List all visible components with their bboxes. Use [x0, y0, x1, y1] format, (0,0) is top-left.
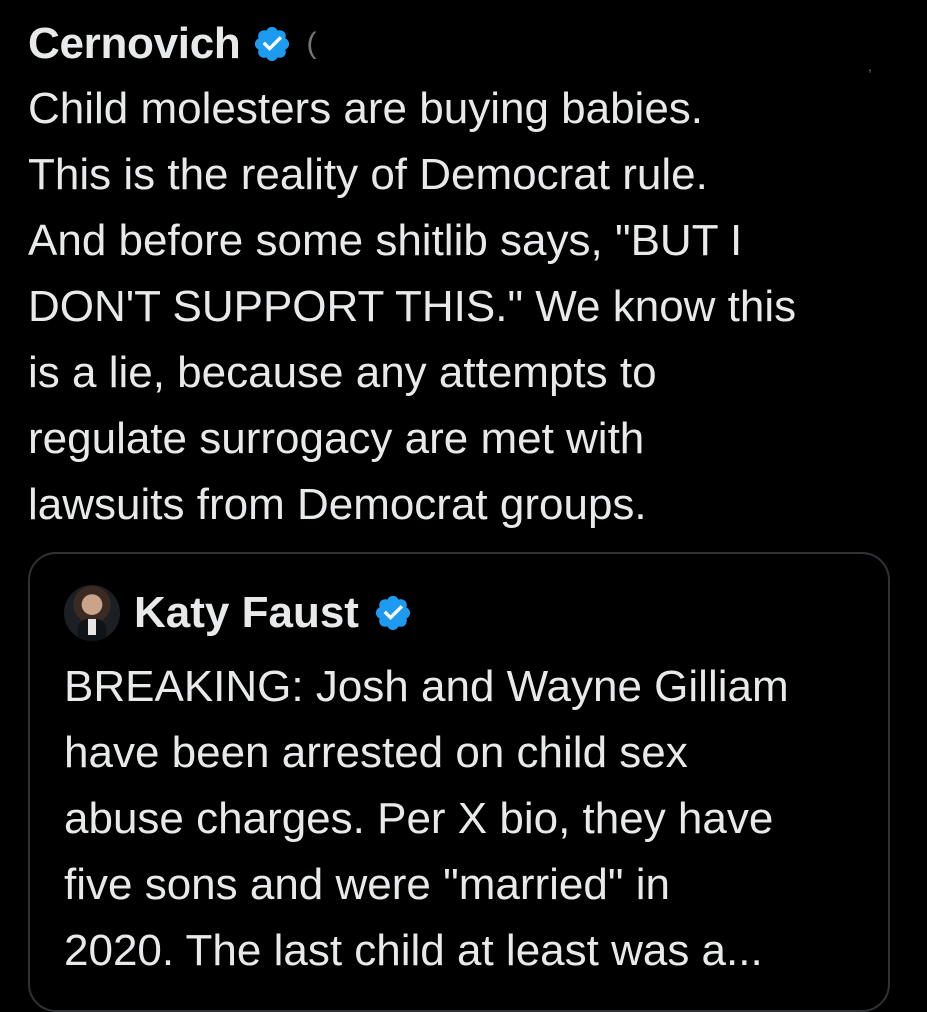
quoted-tweet-card[interactable]: Katy Faust BREAKING: Josh and Wayne Gill… — [28, 552, 890, 1012]
redacted-mark: , — [868, 58, 872, 74]
author-name[interactable]: Cernovich — [28, 19, 241, 69]
tweet-author-row: Cernovich ( — [28, 14, 316, 74]
author-handle-redacted: ( — [306, 27, 317, 60]
avatar[interactable] — [64, 585, 120, 641]
tweet: Cernovich ( , Child molesters are buying… — [0, 0, 927, 1012]
quoted-tweet-text: BREAKING: Josh and Wayne Gilliam have be… — [64, 662, 789, 975]
tweet-body-text: Child molesters are buying babies. This … — [28, 84, 797, 529]
quoted-author-name[interactable]: Katy Faust — [134, 588, 359, 638]
verified-badge-icon — [375, 595, 411, 631]
avatar-collar — [88, 619, 96, 635]
quoted-tweet-header: Katy Faust — [64, 582, 413, 644]
verified-badge-icon — [255, 26, 290, 62]
